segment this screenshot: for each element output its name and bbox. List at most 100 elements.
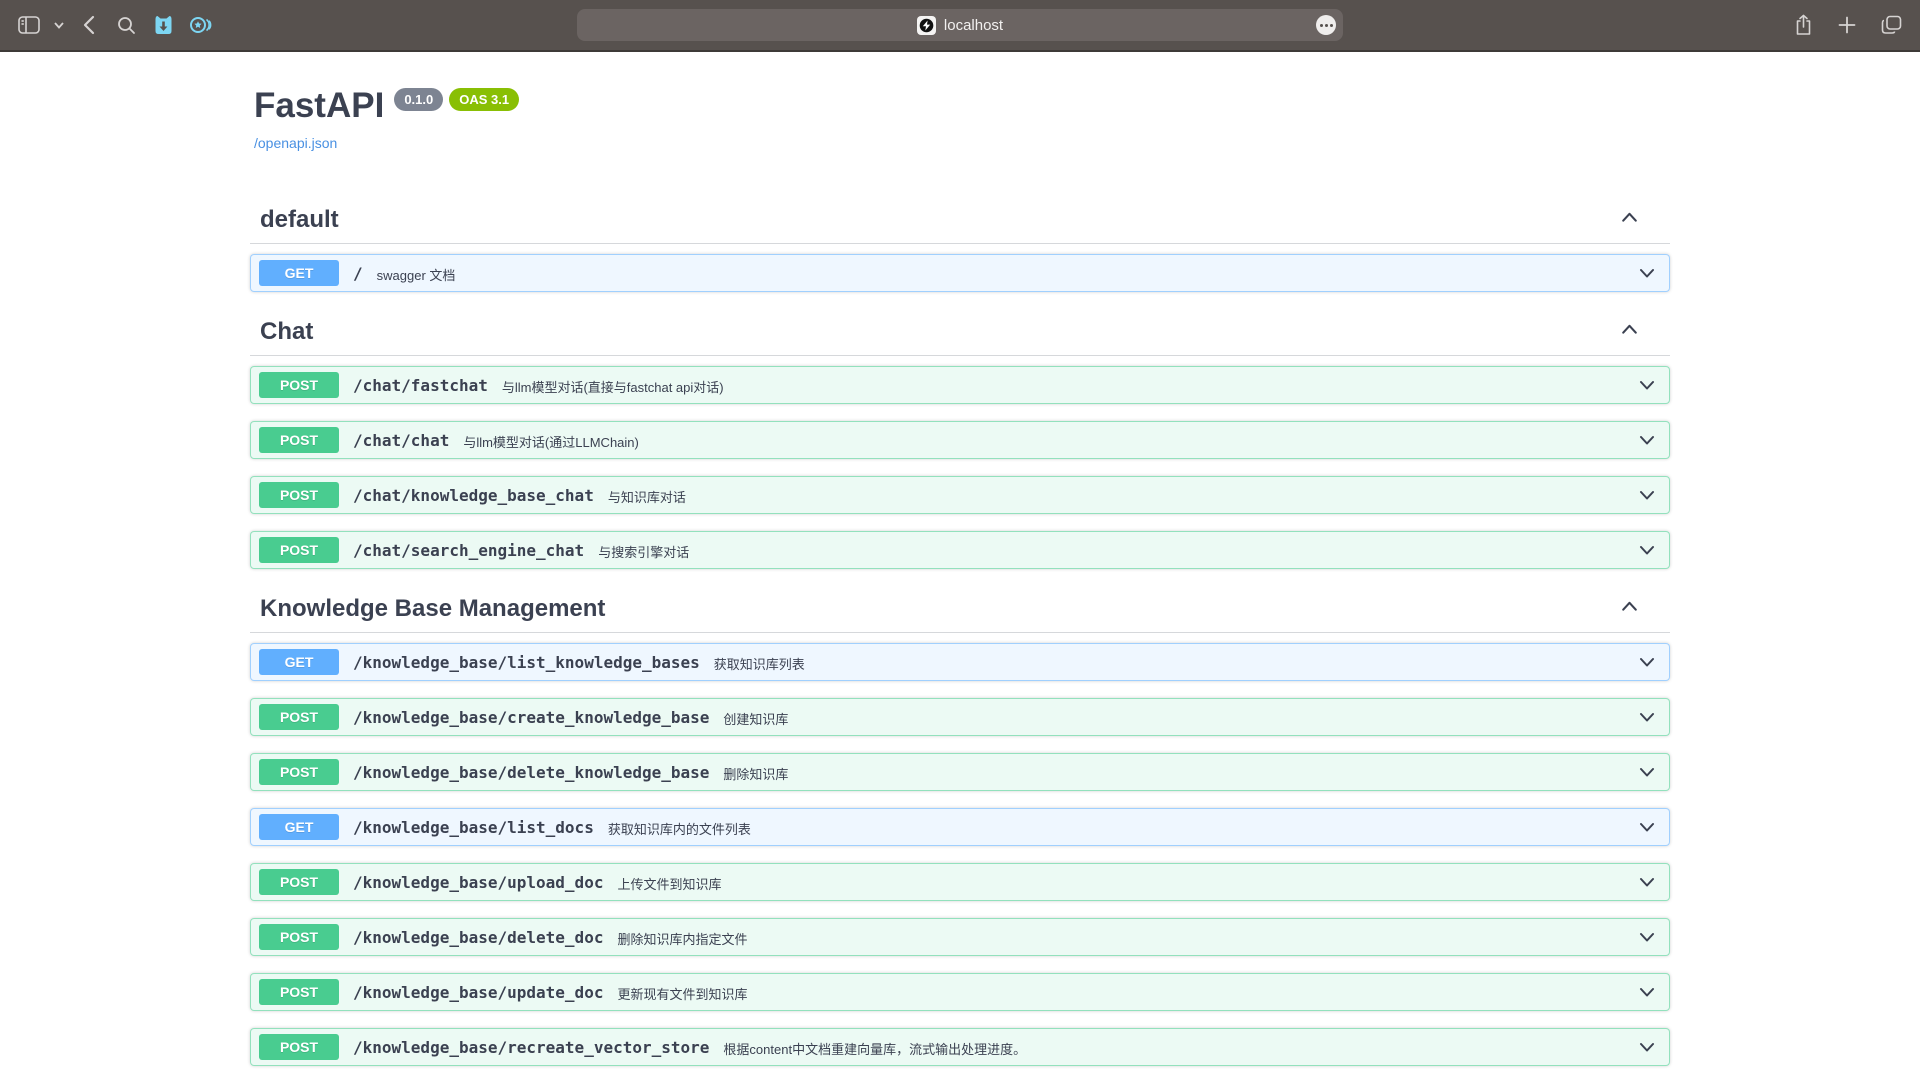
endpoint-path: /knowledge_base/upload_doc — [353, 873, 603, 892]
endpoint-row-knowledge-base-delete-knowledge-base[interactable]: POST/knowledge_base/delete_knowledge_bas… — [250, 753, 1670, 791]
endpoint-list: POST/chat/fastchat 与llm模型对话(直接与fastchat a… — [250, 356, 1670, 569]
endpoint-list: GET/knowledge_base/list_knowledge_bases 获… — [250, 633, 1670, 1066]
extension-circles-star-icon[interactable] — [185, 10, 215, 40]
method-badge-post: POST — [259, 537, 339, 563]
section-header-chat[interactable]: Chat — [250, 309, 1670, 356]
endpoint-description: 与llm模型对话(直接与fastchat api对话) — [502, 375, 724, 396]
expand-endpoint-chevron-down-icon[interactable] — [1637, 762, 1657, 782]
endpoint-path: /chat/fastchat — [353, 376, 488, 395]
toolbar-left-group — [0, 10, 215, 40]
endpoint-path: /chat/search_engine_chat — [353, 541, 584, 560]
api-sections: default GET / swagger 文档 Chat POST/chat/fastc… — [250, 197, 1670, 1066]
expand-endpoint-chevron-down-icon[interactable] — [1637, 430, 1657, 450]
collapse-section-chevron-up-icon[interactable] — [1619, 319, 1640, 345]
openapi-spec-link[interactable]: /openapi.json — [254, 135, 337, 151]
expand-endpoint-chevron-down-icon[interactable] — [1637, 927, 1657, 947]
method-badge-post: POST — [259, 759, 339, 785]
ellipsis-icon — [1320, 24, 1333, 27]
site-favicon — [917, 16, 936, 35]
endpoint-description: 创建知识库 — [723, 707, 788, 728]
address-bar[interactable]: localhost — [577, 9, 1343, 41]
endpoint-row-knowledge-base-create-knowledge-base[interactable]: POST/knowledge_base/create_knowledge_bas… — [250, 698, 1670, 736]
sidebar-toggle-button[interactable] — [14, 10, 44, 40]
section-knowledge-base-management: Knowledge Base Management GET/knowledge_b… — [250, 586, 1670, 1066]
section-title: Knowledge Base Management — [260, 595, 605, 623]
endpoint-path: /knowledge_base/recreate_vector_store — [353, 1038, 709, 1057]
section-title: Chat — [260, 318, 313, 346]
back-button[interactable] — [74, 10, 104, 40]
endpoint-description: 上传文件到知识库 — [617, 872, 721, 893]
api-info-block: FastAPI 0.1.0 OAS 3.1 /openapi.json — [250, 86, 1670, 153]
endpoint-path: /knowledge_base/delete_knowledge_base — [353, 763, 709, 782]
expand-endpoint-chevron-down-icon[interactable] — [1637, 872, 1657, 892]
search-icon[interactable] — [111, 10, 141, 40]
page-settings-ellipsis-button[interactable] — [1316, 15, 1336, 35]
expand-endpoint-chevron-down-icon[interactable] — [1637, 652, 1657, 672]
share-button[interactable] — [1788, 10, 1818, 40]
new-tab-button[interactable] — [1832, 10, 1862, 40]
section-chat: Chat POST/chat/fastchat 与llm模型对话(直接与fastch… — [250, 309, 1670, 569]
method-badge-post: POST — [259, 704, 339, 730]
endpoint-path: /knowledge_base/update_doc — [353, 983, 603, 1002]
method-badge-get: GET — [259, 649, 339, 675]
endpoint-description: 删除知识库 — [723, 762, 788, 783]
browser-toolbar: localhost — [0, 0, 1920, 52]
expand-endpoint-chevron-down-icon[interactable] — [1637, 817, 1657, 837]
endpoint-description: 获取知识库列表 — [714, 652, 805, 673]
section-default: defaultGET/swagger 文档 — [250, 197, 1670, 292]
title-row: FastAPI 0.1.0 OAS 3.1 — [254, 86, 1670, 126]
swagger-page: FastAPI 0.1.0 OAS 3.1 /openapi.json defa… — [0, 52, 1920, 1078]
method-badge-post: POST — [259, 979, 339, 1005]
section-header-knowledge-base-management[interactable]: Knowledge Base Management — [250, 586, 1670, 633]
tab-overview-button[interactable] — [1876, 10, 1906, 40]
endpoint-row-knowledge-base-list-docs[interactable]: GET/knowledge_base/list_docs 获取知识库内的文件列表 — [250, 808, 1670, 846]
expand-endpoint-chevron-down-icon[interactable] — [1637, 1037, 1657, 1057]
method-badge-post: POST — [259, 427, 339, 453]
endpoint-description: 与搜索引擎对话 — [598, 540, 689, 561]
endpoint-row-knowledge-base-list-knowledge-bases[interactable]: GET/knowledge_base/list_knowledge_bases 获… — [250, 643, 1670, 681]
collapse-section-chevron-up-icon[interactable] — [1619, 596, 1640, 622]
sidebar-chevron-icon[interactable] — [51, 10, 67, 40]
endpoint-path: / — [353, 264, 363, 283]
endpoint-path: /chat/knowledge_base_chat — [353, 486, 594, 505]
endpoint-row-knowledge-base-delete-doc[interactable]: POST/knowledge_base/delete_doc删除知识库内指定文件 — [250, 918, 1670, 956]
endpoint-path: /knowledge_base/create_knowledge_base — [353, 708, 709, 727]
method-badge-post: POST — [259, 869, 339, 895]
method-badge-post: POST — [259, 482, 339, 508]
expand-endpoint-chevron-down-icon[interactable] — [1637, 707, 1657, 727]
expand-endpoint-chevron-down-icon[interactable] — [1637, 540, 1657, 560]
collapse-section-chevron-up-icon[interactable] — [1619, 207, 1640, 233]
badge-group: 0.1.0 OAS 3.1 — [394, 88, 519, 111]
expand-endpoint-chevron-down-icon[interactable] — [1637, 375, 1657, 395]
endpoint-description: 获取知识库内的文件列表 — [608, 817, 751, 838]
endpoint-path: /knowledge_base/list_knowledge_bases — [353, 653, 700, 672]
endpoint-list: GET/swagger 文档 — [250, 244, 1670, 292]
endpoint-description: 与知识库对话 — [608, 485, 686, 506]
endpoint-description: swagger 文档 — [377, 263, 456, 284]
endpoint-path: /knowledge_base/list_docs — [353, 818, 594, 837]
method-badge-post: POST — [259, 1034, 339, 1060]
endpoint-row-chat-search-engine-chat[interactable]: POST/chat/search_engine_chat 与搜索引擎对话 — [250, 531, 1670, 569]
expand-endpoint-chevron-down-icon[interactable] — [1637, 263, 1657, 283]
endpoint-row-knowledge-base-upload-doc[interactable]: POST/knowledge_base/upload_doc 上传文件到知识库 — [250, 863, 1670, 901]
section-header-default[interactable]: default — [250, 197, 1670, 244]
expand-endpoint-chevron-down-icon[interactable] — [1637, 982, 1657, 1002]
api-title: FastAPI — [254, 86, 384, 126]
endpoint-description: 根据content中文档重建向量库，流式输出处理进度。 — [723, 1037, 1026, 1058]
oas-badge: OAS 3.1 — [449, 88, 519, 111]
version-badge: 0.1.0 — [394, 88, 443, 111]
method-badge-get: GET — [259, 814, 339, 840]
expand-endpoint-chevron-down-icon[interactable] — [1637, 485, 1657, 505]
url-text: localhost — [944, 17, 1003, 34]
endpoint-row-chat-fastchat[interactable]: POST/chat/fastchat与llm模型对话(直接与fastchat a… — [250, 366, 1670, 404]
endpoint-row-chat-knowledge-base-chat[interactable]: POST/chat/knowledge_base_chat 与知识库对话 — [250, 476, 1670, 514]
endpoint-row-root[interactable]: GET/swagger 文档 — [250, 254, 1670, 292]
endpoint-row-knowledge-base-update-doc[interactable]: POST/knowledge_base/update_doc更新现有文件到知识库 — [250, 973, 1670, 1011]
endpoint-row-knowledge-base-recreate-vector-store[interactable]: POST/knowledge_base/recreate_vector_stor… — [250, 1028, 1670, 1066]
endpoint-row-chat-chat[interactable]: POST/chat/chat与llm模型对话(通过LLMChain) — [250, 421, 1670, 459]
extension-download-shield-icon[interactable] — [148, 10, 178, 40]
endpoint-description: 删除知识库内指定文件 — [617, 927, 747, 948]
content-wrapper: FastAPI 0.1.0 OAS 3.1 /openapi.json defa… — [250, 52, 1670, 1066]
endpoint-path: /knowledge_base/delete_doc — [353, 928, 603, 947]
address-bar-content: localhost — [917, 16, 1003, 35]
